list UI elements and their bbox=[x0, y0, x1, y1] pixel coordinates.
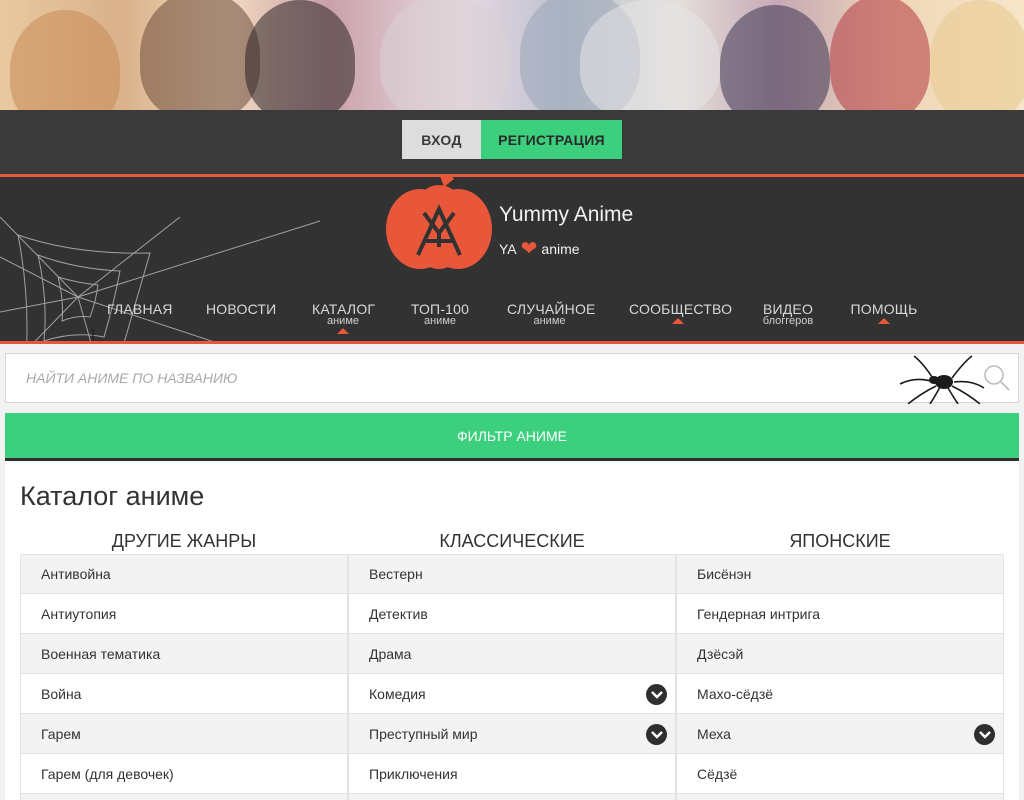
hero-banner bbox=[0, 0, 1024, 110]
nav-item-video[interactable]: ВИДЕО блоггеров bbox=[756, 301, 820, 327]
tagline-prefix: YA bbox=[499, 241, 517, 257]
nav-item-random[interactable]: СЛУЧАЙНОЕ аниме bbox=[507, 301, 595, 327]
genre-item[interactable]: Детектив bbox=[349, 594, 676, 634]
tagline-suffix: anime bbox=[541, 241, 580, 257]
genre-label: Преступный мир bbox=[369, 725, 478, 742]
genre-item[interactable]: Гендерная интрига bbox=[677, 594, 1004, 634]
site-header: Yummy Anime YA ❤ anime ГЛАВНАЯ НОВОСТИ К… bbox=[0, 174, 1024, 344]
column-heading-japanese: ЯПОНСКИЕ bbox=[789, 531, 891, 551]
chevron-down-icon[interactable] bbox=[974, 724, 995, 745]
nav-item-help[interactable]: ПОМОЩЬ bbox=[850, 301, 918, 324]
nav-sublabel: блоггеров bbox=[762, 315, 814, 327]
genre-list-japanese: Бисёнэн Гендерная интрига Дзёсэй Махо-сё… bbox=[676, 554, 1004, 800]
genre-list-other: Антивойна Антиутопия Военная тематика Во… bbox=[20, 554, 348, 800]
nav-active-indicator bbox=[337, 328, 349, 334]
column-heading-classic: КЛАССИЧЕСКИЕ bbox=[439, 531, 585, 551]
spider-icon bbox=[899, 355, 985, 404]
page-title: Каталог аниме bbox=[20, 481, 205, 511]
genre-label: Детектив bbox=[369, 605, 428, 622]
genre-label: Комедия bbox=[369, 685, 426, 702]
genre-label: Махо-сёдзё bbox=[697, 685, 774, 702]
genre-item[interactable]: Приключения bbox=[349, 754, 676, 794]
genre-item[interactable]: Комедия bbox=[349, 674, 676, 714]
auth-bar: ВХОД РЕГИСТРАЦИЯ bbox=[0, 110, 1024, 174]
genre-label: Драма bbox=[369, 645, 412, 662]
search-icon[interactable] bbox=[983, 364, 1011, 392]
genre-item[interactable] bbox=[21, 794, 348, 800]
genre-item[interactable] bbox=[349, 794, 676, 800]
nav-dropdown-indicator bbox=[672, 318, 684, 324]
genre-list-classic: Вестерн Детектив Драма Комедия Преступны… bbox=[348, 554, 676, 800]
nav-item-news[interactable]: НОВОСТИ bbox=[206, 301, 277, 317]
nav-item-home[interactable]: ГЛАВНАЯ bbox=[107, 301, 173, 317]
nav-label: НОВОСТИ bbox=[206, 301, 277, 317]
genre-label: Дзёсэй bbox=[697, 645, 744, 662]
genre-item[interactable]: Гарем (для девочек) bbox=[21, 754, 348, 794]
column-heading-other: ДРУГИЕ ЖАНРЫ bbox=[111, 531, 257, 551]
genre-label: Бисёнэн bbox=[697, 566, 752, 582]
genre-label: Сёдзё bbox=[697, 765, 738, 782]
genre-item[interactable]: Махо-сёдзё bbox=[677, 674, 1004, 714]
pumpkin-logo-icon bbox=[386, 177, 492, 269]
genre-item[interactable]: Военная тематика bbox=[21, 634, 348, 674]
chevron-down-icon[interactable] bbox=[646, 724, 667, 745]
heart-icon: ❤ bbox=[520, 238, 538, 260]
genre-item[interactable]: Антивойна bbox=[21, 554, 348, 594]
chevron-down-icon[interactable] bbox=[646, 684, 667, 705]
main-nav: ГЛАВНАЯ НОВОСТИ КАТАЛОГ аниме ТОП-100 ан… bbox=[0, 301, 1024, 341]
login-button[interactable]: ВХОД bbox=[402, 120, 481, 159]
nav-item-community[interactable]: СООБЩЕСТВО bbox=[629, 301, 733, 324]
nav-label: ГЛАВНАЯ bbox=[107, 301, 173, 317]
search-bar bbox=[5, 353, 1019, 404]
genre-item[interactable]: Меха bbox=[677, 714, 1004, 754]
genre-item[interactable]: Антиутопия bbox=[21, 594, 348, 634]
genre-item[interactable]: Сёдзё bbox=[677, 754, 1004, 794]
genre-item[interactable]: Вестерн bbox=[349, 554, 676, 594]
nav-label: СООБЩЕСТВО bbox=[629, 301, 733, 317]
tagline: YA ❤ anime bbox=[499, 239, 580, 259]
genre-item[interactable]: Война bbox=[21, 674, 348, 714]
catalog-section: Каталог аниме ДРУГИЕ ЖАНРЫ КЛАССИЧЕСКИЕ … bbox=[5, 461, 1019, 800]
register-button[interactable]: РЕГИСТРАЦИЯ bbox=[481, 120, 622, 159]
site-title: Yummy Anime bbox=[499, 203, 634, 226]
nav-item-catalog[interactable]: КАТАЛОГ аниме bbox=[312, 301, 375, 334]
genre-item[interactable]: Дзёсэй bbox=[677, 634, 1004, 674]
genre-label: Вестерн bbox=[369, 566, 423, 582]
search-input[interactable] bbox=[6, 354, 886, 402]
nav-label: ПОМОЩЬ bbox=[850, 301, 918, 317]
genre-label: Меха bbox=[697, 725, 731, 742]
genre-label: Гендерная интрига bbox=[697, 605, 821, 622]
genre-item[interactable]: Драма bbox=[349, 634, 676, 674]
genre-item[interactable]: Преступный мир bbox=[349, 714, 676, 754]
genre-label: Приключения bbox=[369, 765, 458, 782]
nav-item-top100[interactable]: ТОП-100 аниме bbox=[410, 301, 470, 327]
filter-anime-button[interactable]: ФИЛЬТР АНИМЕ bbox=[5, 413, 1019, 461]
genre-item[interactable]: Гарем bbox=[21, 714, 348, 754]
genre-item[interactable]: Бисёнэн bbox=[677, 554, 1004, 594]
genre-item[interactable] bbox=[677, 794, 1004, 800]
nav-dropdown-indicator bbox=[878, 318, 890, 324]
